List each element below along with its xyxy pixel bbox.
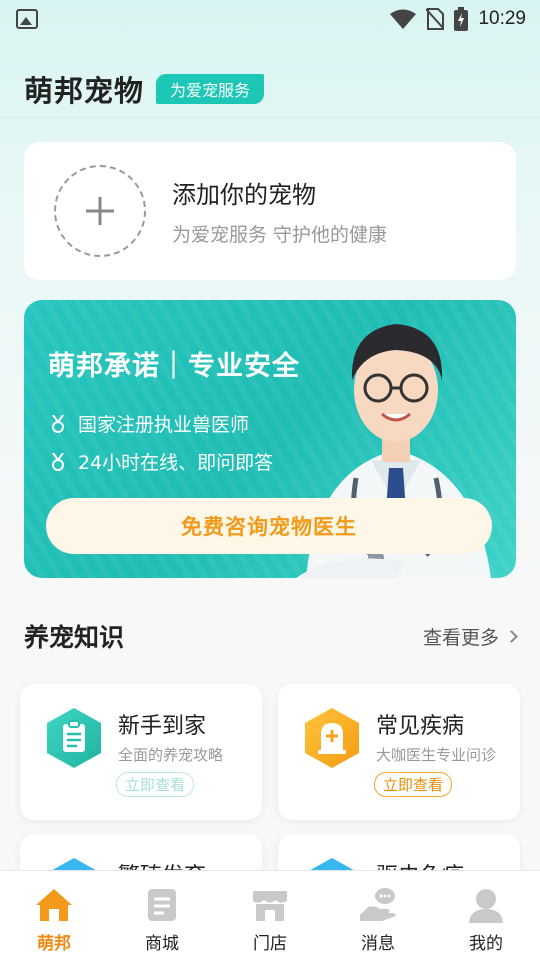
tombstone-plus-icon xyxy=(305,708,359,768)
tab-label: 我的 xyxy=(469,934,503,954)
banner-line-2: 24小时在线、即问即答 xyxy=(50,448,273,475)
knowledge-card-newbie[interactable]: 新手到家 全面的养宠攻略 立即查看 xyxy=(20,684,262,820)
battery-charging-icon xyxy=(454,7,469,31)
wifi-icon xyxy=(390,9,417,29)
card-title: 新手到家 xyxy=(118,714,207,739)
tab-mall[interactable]: 商城 xyxy=(108,871,216,960)
app-title: 萌邦宠物 xyxy=(24,74,145,108)
list-doc-icon xyxy=(148,889,176,921)
banner-title: 萌邦承诺｜专业安全 xyxy=(48,351,300,382)
gallery-notification-icon xyxy=(16,9,38,29)
person-icon xyxy=(469,889,503,923)
home-icon xyxy=(36,889,72,921)
card-title: 常见疾病 xyxy=(376,714,465,739)
add-plus-icon[interactable] xyxy=(54,165,146,257)
banner-line-1-text: 国家注册执业兽医师 xyxy=(78,414,250,436)
clipboard-icon xyxy=(47,708,101,768)
card-desc: 大咖医生专业问诊 xyxy=(376,746,497,764)
free-consult-button[interactable]: 免费咨询宠物医生 xyxy=(46,498,492,554)
tab-label: 门店 xyxy=(253,934,287,954)
no-sim-icon xyxy=(426,8,445,30)
add-pet-title: 添加你的宠物 xyxy=(172,181,316,209)
view-more-label: 查看更多 xyxy=(422,626,499,649)
chat-hand-icon xyxy=(360,888,396,921)
status-time: 10:29 xyxy=(478,8,526,29)
bottom-tab-bar: 萌邦 商城 门店 消息 我的 xyxy=(0,870,540,960)
tab-home[interactable]: 萌邦 xyxy=(0,871,108,960)
medal-icon xyxy=(52,452,64,471)
tab-label: 萌邦 xyxy=(37,934,71,954)
tab-label: 商城 xyxy=(145,934,179,954)
add-pet-subtitle: 为爱宠服务 守护他的健康 xyxy=(172,224,388,246)
store-icon xyxy=(253,891,287,921)
add-pet-card[interactable]: 添加你的宠物 为爱宠服务 守护他的健康 xyxy=(24,142,516,280)
tab-label: 消息 xyxy=(361,934,395,954)
header: 萌邦宠物 为爱宠服务 xyxy=(24,68,265,110)
view-now-button[interactable]: 立即查看 xyxy=(116,772,195,797)
knowledge-card-disease[interactable]: 常见疾病 大咖医生专业问诊 立即查看 xyxy=(278,684,520,820)
section-title: 养宠知识 xyxy=(24,623,125,652)
medal-icon xyxy=(52,414,64,433)
card-desc: 全面的养宠攻略 xyxy=(118,746,224,764)
header-divider xyxy=(0,117,540,118)
chevron-right-icon xyxy=(505,629,518,643)
view-now-button[interactable]: 立即查看 xyxy=(374,772,453,797)
tab-profile[interactable]: 我的 xyxy=(432,871,540,960)
banner-line-1: 国家注册执业兽医师 xyxy=(50,410,249,437)
knowledge-section-header: 养宠知识 查看更多 xyxy=(24,618,518,654)
doctor-banner[interactable]: 萌邦承诺｜专业安全 国家注册执业兽医师 24小时在线、即问即答 免费咨询宠物医生 xyxy=(24,300,516,578)
tab-store[interactable]: 门店 xyxy=(216,871,324,960)
view-more-link[interactable]: 查看更多 xyxy=(422,623,518,650)
tab-messages[interactable]: 消息 xyxy=(324,871,432,960)
banner-line-2-text: 24小时在线、即问即答 xyxy=(78,452,274,474)
status-bar: 10:29 xyxy=(0,0,540,38)
slogan-tag: 为爱宠服务 xyxy=(156,74,265,104)
